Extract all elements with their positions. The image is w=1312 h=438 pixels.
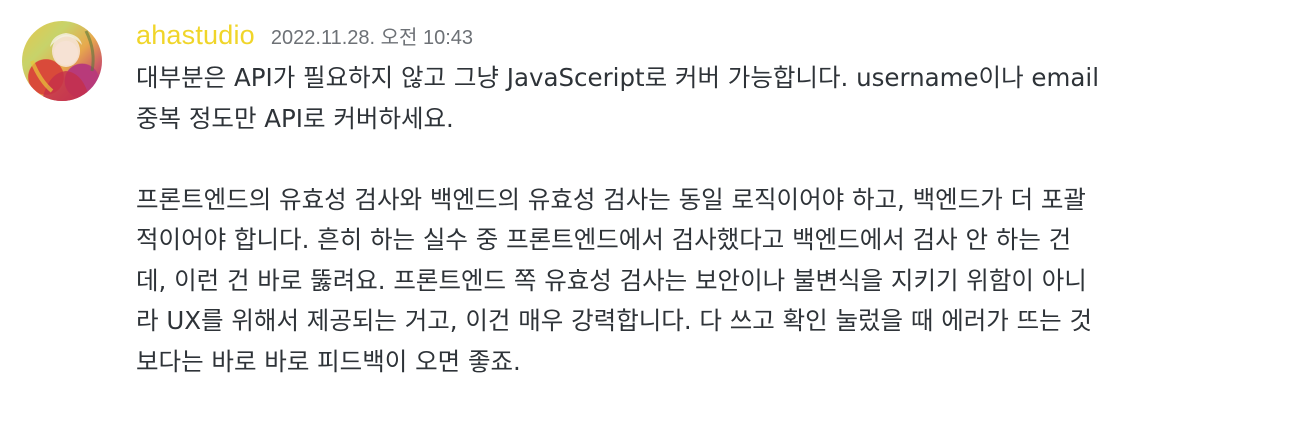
message-timestamp: 2022.11.28. 오전 10:43	[270, 27, 474, 49]
message-paragraph: 대부분은 API가 필요하지 않고 그냥 JavaSceript로 커버 가능합…	[136, 58, 1296, 139]
avatar[interactable]	[22, 21, 102, 101]
message-line: 대부분은 API가 필요하지 않고 그냥 JavaSceript로 커버 가능합…	[136, 63, 1099, 92]
message-paragraph: 프론트엔드의 유효성 검사와 백엔드의 유효성 검사는 동일 로직이어야 하고,…	[136, 180, 1296, 383]
message-content: 대부분은 API가 필요하지 않고 그냥 JavaSceript로 커버 가능합…	[136, 58, 1296, 382]
message-line: 데, 이런 건 바로 뚫려요. 프론트엔드 쪽 유효성 검사는 보안이나 불변식…	[136, 265, 1087, 295]
message-header: ahastudio 2022.11.28. 오전 10:43	[136, 20, 473, 60]
author-name[interactable]: ahastudio	[136, 20, 255, 51]
message-line: 라 UX를 위해서 제공되는 거고, 이건 매우 강력합니다. 다 쓰고 확인 …	[136, 306, 1093, 335]
message-line: 중복 정도만 API로 커버하세요.	[136, 103, 454, 133]
message-line: 보다는 바로 바로 피드백이 오면 좋죠.	[136, 346, 521, 376]
message-line: 프론트엔드의 유효성 검사와 백엔드의 유효성 검사는 동일 로직이어야 하고,…	[136, 184, 1086, 214]
message-line: 적이어야 합니다. 흔히 하는 실수 중 프론트엔드에서 검사했다고 백엔드에서…	[136, 225, 1072, 254]
avatar-image	[30, 30, 95, 101]
chat-message: ahastudio 2022.11.28. 오전 10:43 대부분은 API가…	[0, 0, 1312, 438]
